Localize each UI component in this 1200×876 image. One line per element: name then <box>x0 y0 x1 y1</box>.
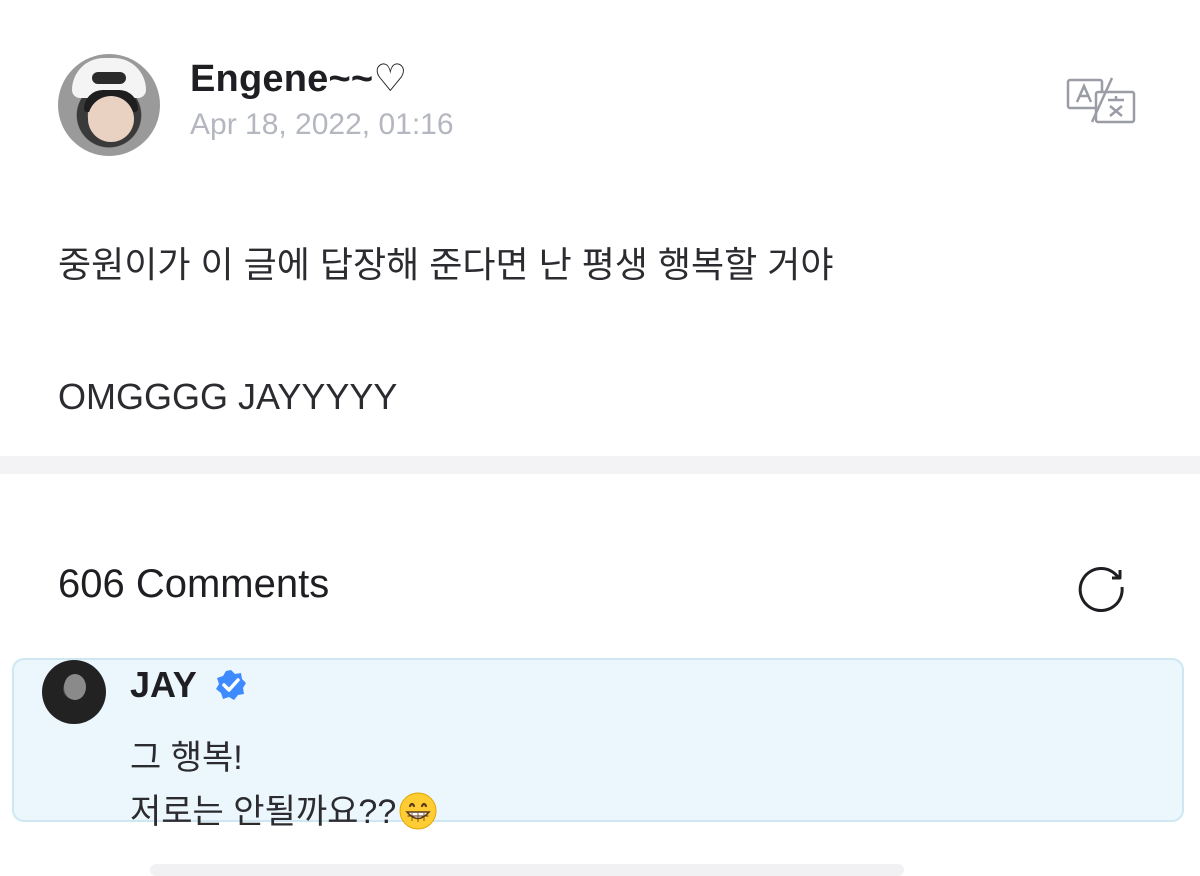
author-avatar[interactable] <box>58 54 160 156</box>
post-header: Engene~~♡ Apr 18, 2022, 01:16 <box>58 54 1148 158</box>
next-comment-preview <box>150 864 904 876</box>
post-text-line: OMGGGG JAYYYYY <box>58 376 398 417</box>
comment-text-line: 저로는 안될까요?? <box>130 793 397 831</box>
comment-item[interactable]: JAY 그 행복! 저로는 안될까요?? <box>12 658 1184 831</box>
commenter-name[interactable]: JAY <box>130 664 197 706</box>
refresh-icon <box>1078 567 1124 612</box>
comment-text-line-with-emoji: 저로는 안될까요?? <box>130 784 438 833</box>
grinning-face-icon <box>399 792 437 830</box>
translate-button[interactable] <box>1066 76 1138 124</box>
translate-icon <box>1066 77 1136 124</box>
post-text-line: 중원이가 이 글에 답장해 준다면 난 평생 행복할 거야 <box>58 244 834 285</box>
post-date: Apr 18, 2022, 01:16 <box>190 108 454 141</box>
section-divider <box>0 456 1200 474</box>
comment-text-line: 그 행복! <box>130 739 243 777</box>
comments-count-title: 606 Comments <box>58 562 330 606</box>
refresh-button[interactable] <box>1074 560 1128 614</box>
avatar-face <box>88 96 134 142</box>
verified-badge-icon <box>216 670 246 700</box>
author-name[interactable]: Engene~~♡ <box>190 56 408 101</box>
commenter-avatar[interactable] <box>42 660 106 724</box>
